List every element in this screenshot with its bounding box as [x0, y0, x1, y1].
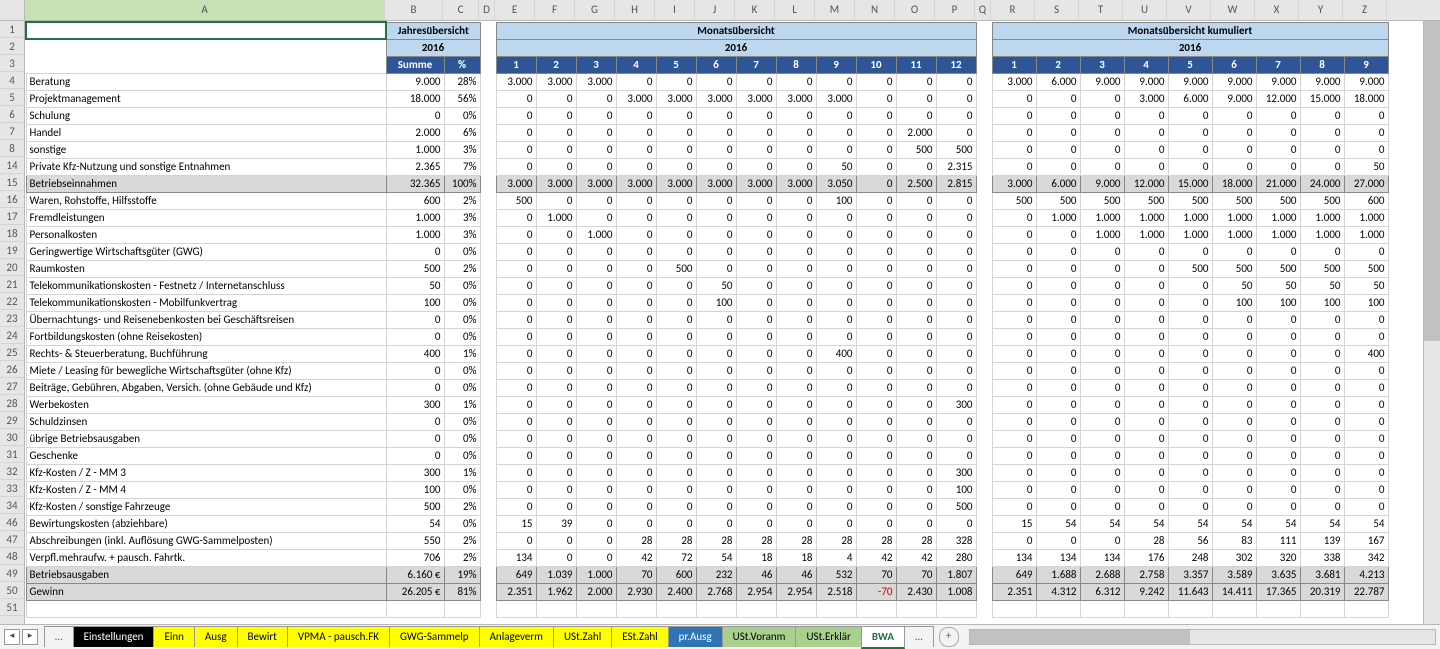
tab-nav-first[interactable]: ◂ — [4, 629, 20, 645]
col-header-W[interactable]: W — [1211, 0, 1255, 20]
vertical-scrollbar[interactable] — [1423, 21, 1440, 624]
col-header-I[interactable]: I — [655, 0, 695, 20]
row-header-31[interactable]: 31 — [0, 446, 24, 463]
col-header-R[interactable]: R — [991, 0, 1035, 20]
row-header-15[interactable]: 15 — [0, 174, 24, 191]
row-header-27[interactable]: 27 — [0, 378, 24, 395]
row-header-5[interactable]: 5 — [0, 89, 24, 106]
row-header-23[interactable]: 23 — [0, 310, 24, 327]
row-header-25[interactable]: 25 — [0, 344, 24, 361]
sheet-tab-ust-zahl[interactable]: USt.Zahl — [553, 626, 612, 647]
col-header-T[interactable]: T — [1079, 0, 1123, 20]
row-header-24[interactable]: 24 — [0, 327, 24, 344]
col-header-N[interactable]: N — [855, 0, 895, 20]
col-header-Z[interactable]: Z — [1343, 0, 1387, 20]
sheet-tab-vpma-pausch-fk[interactable]: VPMA - pausch.FK — [287, 626, 390, 647]
row-header-46[interactable]: 46 — [0, 514, 24, 531]
row-headers[interactable]: 1234567814151617181920212223242526272829… — [0, 21, 25, 624]
col-header-Q[interactable]: Q — [975, 0, 991, 20]
add-sheet-button[interactable]: + — [939, 627, 959, 647]
sheet-tab--[interactable]: … — [904, 626, 934, 647]
sheet-tab-ust-erkl-r[interactable]: USt.Erklär — [795, 626, 861, 647]
row-header-49[interactable]: 49 — [0, 565, 24, 582]
sheet-tab-pr-ausg[interactable]: pr.Ausg — [668, 626, 723, 647]
tab-nav-next[interactable]: ▸ — [22, 629, 38, 645]
sheet-tab-einstellungen[interactable]: Einstellungen — [73, 626, 155, 647]
row-header-20[interactable]: 20 — [0, 259, 24, 276]
col-header-Y[interactable]: Y — [1299, 0, 1343, 20]
row-header-34[interactable]: 34 — [0, 497, 24, 514]
col-header-O[interactable]: O — [895, 0, 935, 20]
column-headers[interactable]: ABCDEFGHIJKLMNOPQRSTUVWXYZ — [25, 0, 1424, 21]
row-header-3[interactable]: 3 — [0, 55, 24, 72]
cell-grid[interactable]: JahresübersichtMonatsübersichtMonatsüber… — [25, 21, 1423, 624]
col-header-H[interactable]: H — [615, 0, 655, 20]
row-header-22[interactable]: 22 — [0, 293, 24, 310]
row-header-4[interactable]: 4 — [0, 72, 24, 89]
col-header-U[interactable]: U — [1123, 0, 1167, 20]
sheet-tab-bar: ◂ ▸ …EinstellungenEinnAusgBewirtVPMA - p… — [0, 624, 1440, 649]
col-header-E[interactable]: E — [495, 0, 535, 20]
col-header-K[interactable]: K — [735, 0, 775, 20]
horizontal-scroll-thumb[interactable] — [970, 630, 1190, 644]
row-header-32[interactable]: 32 — [0, 463, 24, 480]
col-header-X[interactable]: X — [1255, 0, 1299, 20]
row-header-19[interactable]: 19 — [0, 242, 24, 259]
col-header-J[interactable]: J — [695, 0, 735, 20]
col-header-F[interactable]: F — [535, 0, 575, 20]
row-header-51[interactable]: 51 — [0, 599, 24, 616]
row-header-6[interactable]: 6 — [0, 106, 24, 123]
select-all-corner[interactable] — [0, 0, 25, 21]
col-header-G[interactable]: G — [575, 0, 615, 20]
col-header-D[interactable]: D — [479, 0, 495, 20]
sheet-tab-anlageverm[interactable]: Anlageverm — [479, 626, 554, 647]
col-header-C[interactable]: C — [443, 0, 479, 20]
col-header-V[interactable]: V — [1167, 0, 1211, 20]
sheet-tab-einn[interactable]: Einn — [153, 626, 194, 647]
row-header-16[interactable]: 16 — [0, 191, 24, 208]
col-header-P[interactable]: P — [935, 0, 975, 20]
col-header-A[interactable]: A — [25, 0, 385, 20]
row-header-26[interactable]: 26 — [0, 361, 24, 378]
row-header-17[interactable]: 17 — [0, 208, 24, 225]
row-header-48[interactable]: 48 — [0, 548, 24, 565]
row-header-47[interactable]: 47 — [0, 531, 24, 548]
col-header-B[interactable]: B — [385, 0, 443, 20]
horizontal-scrollbar[interactable] — [969, 629, 1436, 645]
sheet-tab-est-zahl[interactable]: ESt.Zahl — [611, 626, 668, 647]
row-header-21[interactable]: 21 — [0, 276, 24, 293]
row-header-8[interactable]: 8 — [0, 140, 24, 157]
row-header-14[interactable]: 14 — [0, 157, 24, 174]
sheet-tab-bwa[interactable]: BWA — [861, 626, 905, 649]
row-header-7[interactable]: 7 — [0, 123, 24, 140]
vertical-scroll-thumb[interactable] — [1424, 21, 1440, 341]
sheet-tab-bewirt[interactable]: Bewirt — [237, 626, 288, 647]
sheet-tab-ust-voranm[interactable]: USt.Voranm — [722, 626, 797, 647]
row-header-28[interactable]: 28 — [0, 395, 24, 412]
sheet-tab-gwg-sammelp[interactable]: GWG-Sammelp — [389, 626, 480, 647]
col-header-M[interactable]: M — [815, 0, 855, 20]
sheet-tab-ausg[interactable]: Ausg — [194, 626, 238, 647]
col-header-S[interactable]: S — [1035, 0, 1079, 20]
row-header-1[interactable]: 1 — [0, 21, 24, 38]
row-header-18[interactable]: 18 — [0, 225, 24, 242]
row-header-2[interactable]: 2 — [0, 38, 24, 55]
row-header-30[interactable]: 30 — [0, 429, 24, 446]
row-header-50[interactable]: 50 — [0, 582, 24, 599]
sheet-tab--[interactable]: … — [44, 626, 74, 647]
col-header-L[interactable]: L — [775, 0, 815, 20]
row-header-33[interactable]: 33 — [0, 480, 24, 497]
row-header-29[interactable]: 29 — [0, 412, 24, 429]
sheet-tabs: …EinstellungenEinnAusgBewirtVPMA - pausc… — [44, 626, 933, 649]
spreadsheet-window: ABCDEFGHIJKLMNOPQRSTUVWXYZ 1234567814151… — [0, 0, 1440, 649]
